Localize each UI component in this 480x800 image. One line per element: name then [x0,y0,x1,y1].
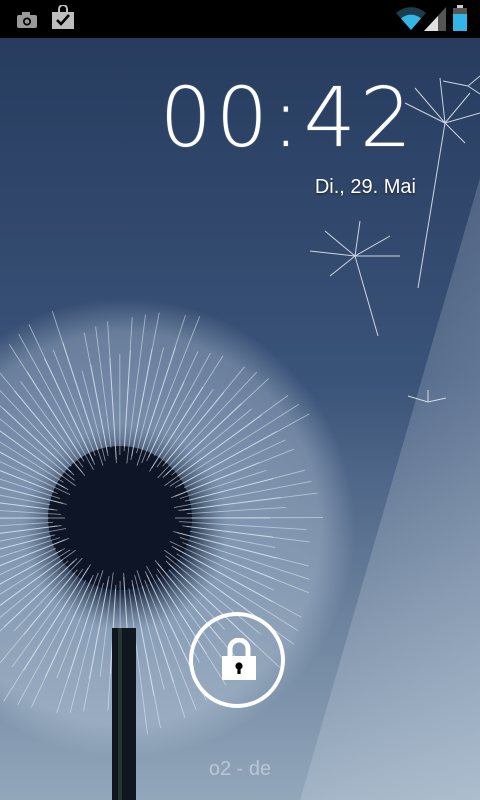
status-bar [0,0,480,38]
signal-icon [424,7,446,36]
camera-icon [16,11,38,34]
lock-clock: 00:42 [159,71,416,166]
carrier-label: o2 - de [208,758,272,780]
lock-date: Di., 29. Mai [314,176,416,198]
wifi-icon [396,7,426,36]
padlock-icon [222,638,256,680]
battery-icon [453,5,467,36]
shopping-bag-check-icon [51,4,75,34]
unlock-button[interactable] [189,612,285,708]
lock-screen: 00:42 Di., 29. Mai o2 - de [0,0,480,800]
